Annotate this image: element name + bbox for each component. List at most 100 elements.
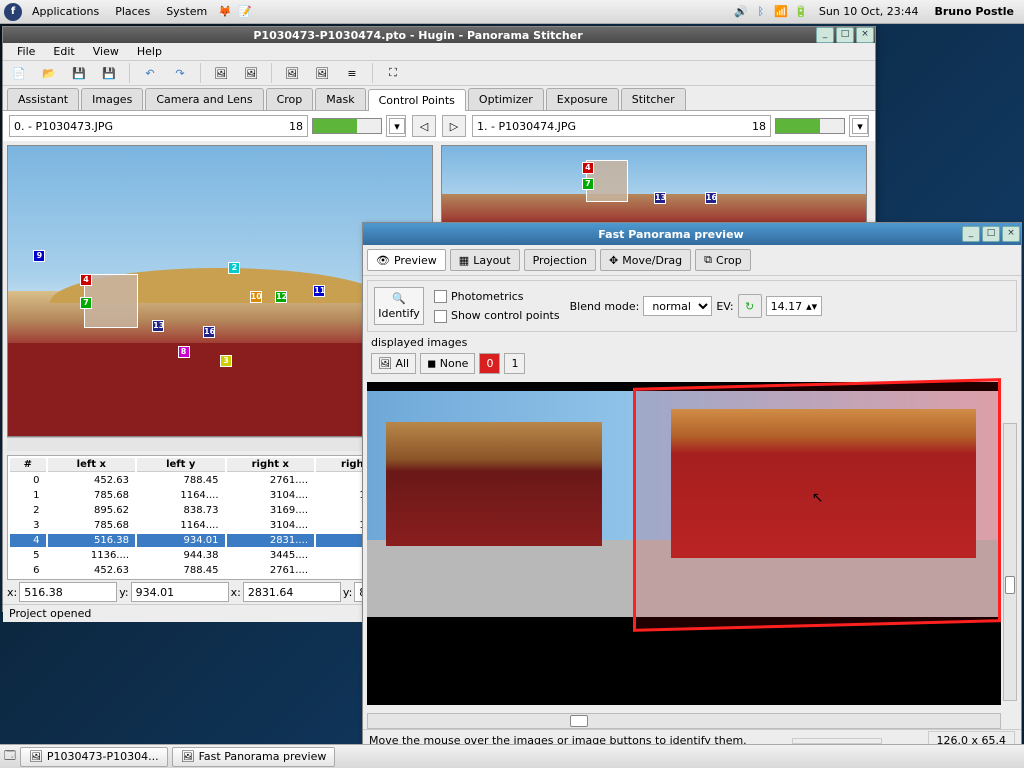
cp-list-icon[interactable]: ≡ [340,61,364,85]
cp-marker[interactable]: 9 [33,250,45,262]
main-titlebar[interactable]: P1030473-P1030474.pto - Hugin - Panorama… [3,27,875,43]
menu-view[interactable]: View [85,43,127,60]
none-images-button[interactable]: ◼ None [420,353,475,374]
menu-file[interactable]: File [9,43,43,60]
volume-icon[interactable]: 🔊 [733,4,749,20]
next-pair-button[interactable]: ▷ [442,115,466,137]
notes-launcher-icon[interactable]: 📝 [237,4,253,20]
ev-spinner[interactable]: 14.17▴▾ [766,296,823,316]
coord-x2-input[interactable] [243,582,341,602]
right-image-caret[interactable]: ▾ [849,115,869,137]
cp-marker[interactable]: 7 [80,297,92,309]
tab-preview-crop[interactable]: ⧉Crop [695,249,751,271]
align-icon[interactable]: 🖼 [239,61,263,85]
tab-layout[interactable]: ▦Layout [450,249,520,271]
image-1-toggle[interactable]: 1 [504,353,525,374]
task-hugin[interactable]: 🖼P1030473-P10304... [20,747,168,767]
preview-minimize-button[interactable]: _ [962,226,980,242]
add-image-icon[interactable]: 🖼 [209,61,233,85]
cp-marker[interactable]: 10 [250,291,262,303]
new-project-icon[interactable]: 📄 [7,61,31,85]
left-image-combo[interactable]: 0. - P1030473.JPG 18 [9,115,308,137]
cp-marker[interactable]: 11 [313,285,325,297]
cp-marker[interactable]: 12 [275,291,287,303]
cp-marker[interactable]: 3 [220,355,232,367]
tab-crop[interactable]: Crop [266,88,314,110]
move-icon: ✥ [609,254,618,267]
applications-menu[interactable]: Applications [26,3,105,20]
cp-marker[interactable]: 16 [705,192,717,204]
ev-reset-icon[interactable]: ↻ [738,294,762,318]
cp-marker[interactable]: 16 [203,326,215,338]
tab-assistant[interactable]: Assistant [7,88,79,110]
tab-projection[interactable]: Projection [524,249,596,271]
tab-images[interactable]: Images [81,88,143,110]
network-icon[interactable]: 📶 [773,4,789,20]
redo-icon[interactable]: ↷ [168,61,192,85]
tab-control-points[interactable]: Control Points [368,89,466,111]
close-button[interactable]: × [856,27,874,43]
tab-mask[interactable]: Mask [315,88,365,110]
show-cp-checkbox[interactable] [434,310,447,323]
coord-x-input[interactable] [19,582,117,602]
maximize-button[interactable]: □ [836,27,854,43]
left-image-caret[interactable]: ▾ [386,115,406,137]
preview-close-button[interactable]: × [1002,226,1020,242]
blend-label: Blend mode: [570,300,640,313]
fullscreen-icon[interactable]: ⛶ [381,61,405,85]
minimize-button[interactable]: _ [816,27,834,43]
tab-exposure[interactable]: Exposure [546,88,619,110]
tab-stitcher[interactable]: Stitcher [621,88,686,110]
cp-marker[interactable]: 7 [582,178,594,190]
panorama-preview-canvas[interactable]: ↖ [367,382,1001,705]
prev-pair-button[interactable]: ◁ [412,115,436,137]
cp-marker[interactable]: 8 [178,346,190,358]
system-menu[interactable]: System [160,3,213,20]
preview-icon[interactable]: 🖼 [280,61,304,85]
save-project-icon[interactable]: 💾 [67,61,91,85]
cp-marker[interactable]: 13 [152,320,164,332]
tab-movedrag[interactable]: ✥Move/Drag [600,249,691,271]
col-rx[interactable]: right x [227,458,314,472]
fedora-logo-icon[interactable]: f [4,3,22,21]
preview-titlebar[interactable]: Fast Panorama preview _ □ × [363,223,1021,245]
clock[interactable]: Sun 10 Oct, 23:44 [813,3,925,20]
right-image-pane[interactable]: 4 7 13 16 [441,145,867,227]
places-menu[interactable]: Places [109,3,156,20]
right-image-combo[interactable]: 1. - P1030474.JPG 18 [472,115,771,137]
eye-icon: 👁 [376,254,390,267]
photometrics-label: Photometrics [451,290,524,303]
col-ly[interactable]: left y [137,458,224,472]
open-project-icon[interactable]: 📂 [37,61,61,85]
cp-marker[interactable]: 2 [228,262,240,274]
user-menu[interactable]: Bruno Postle [928,3,1020,20]
col-lx[interactable]: left x [48,458,135,472]
bluetooth-icon[interactable]: ᛒ [753,4,769,20]
identify-icon: 🔍 [392,292,406,305]
menu-help[interactable]: Help [129,43,170,60]
hfov-slider[interactable] [367,713,1001,729]
coord-y-input[interactable] [131,582,229,602]
task-preview[interactable]: 🖼Fast Panorama preview [172,747,336,767]
preview-maximize-button[interactable]: □ [982,226,1000,242]
all-images-button[interactable]: 🖼 All [371,353,416,374]
show-desktop-icon[interactable]: 🗔 [4,747,16,766]
photometrics-checkbox[interactable] [434,290,447,303]
image-0-toggle[interactable]: 0 [479,353,500,374]
blend-mode-select[interactable]: normal [643,296,712,316]
undo-icon[interactable]: ↶ [138,61,162,85]
vfov-slider[interactable] [1003,423,1017,701]
firefox-launcher-icon[interactable]: 🦊 [217,4,233,20]
battery-icon[interactable]: 🔋 [793,4,809,20]
save-as-icon[interactable]: 💾 [97,61,121,85]
tab-camera[interactable]: Camera and Lens [145,88,263,110]
col-n[interactable]: # [10,458,46,472]
tab-preview[interactable]: 👁Preview [367,249,446,271]
cp-marker[interactable]: 13 [654,192,666,204]
cp-marker[interactable]: 4 [582,162,594,174]
gl-preview-icon[interactable]: 🖼 [310,61,334,85]
cp-marker[interactable]: 4 [80,274,92,286]
identify-button[interactable]: 🔍 Identify [374,287,424,325]
tab-optimizer[interactable]: Optimizer [468,88,544,110]
menu-edit[interactable]: Edit [45,43,82,60]
